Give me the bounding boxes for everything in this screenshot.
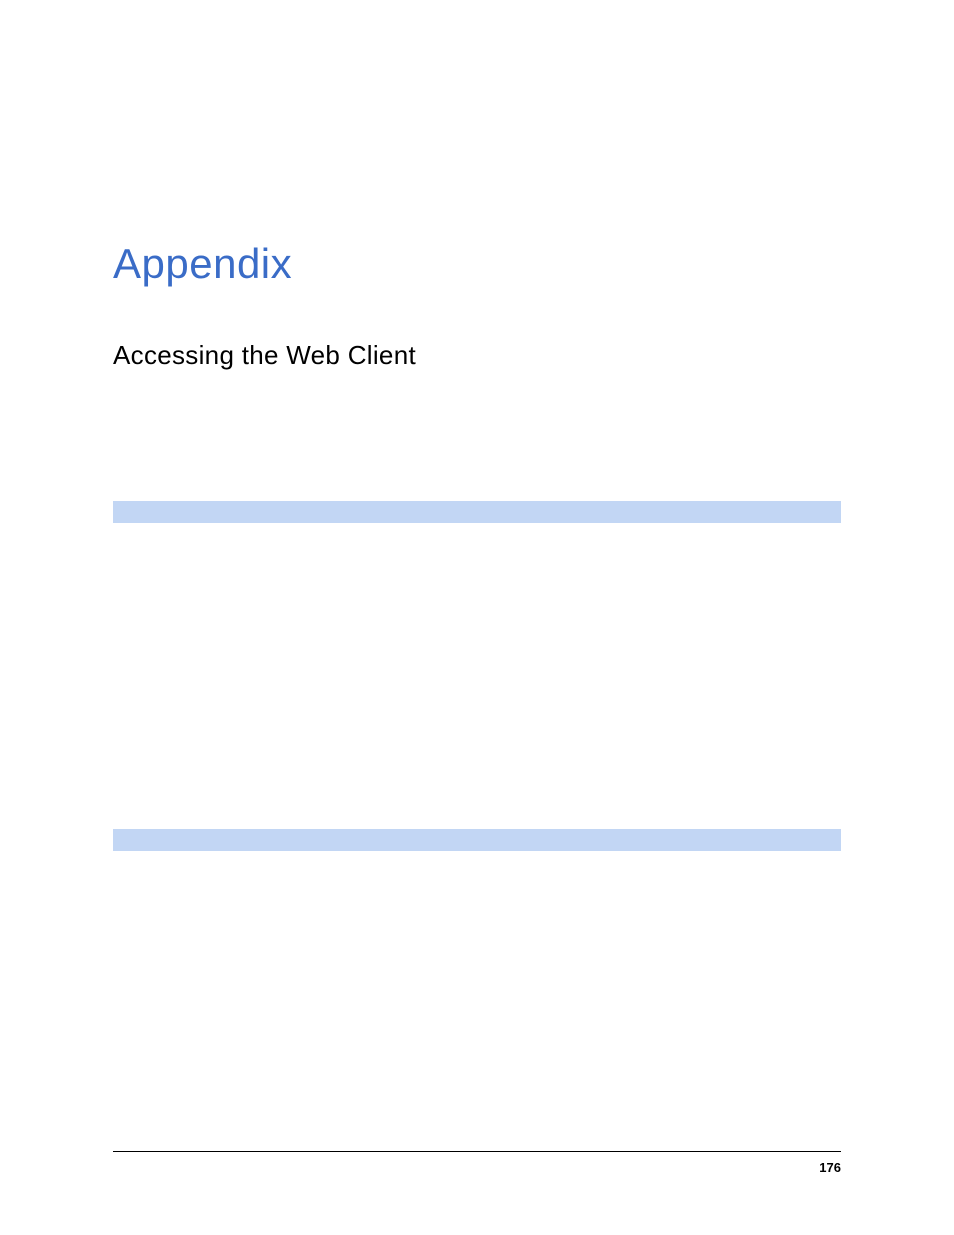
page-footer: 176 <box>113 1151 841 1175</box>
page-number: 176 <box>113 1160 841 1175</box>
document-page: Appendix Accessing the Web Client 176 <box>0 0 954 1235</box>
divider-bar <box>113 829 841 851</box>
footer-rule <box>113 1151 841 1152</box>
section-heading: Accessing the Web Client <box>113 340 841 371</box>
appendix-heading: Appendix <box>113 240 841 288</box>
divider-bar <box>113 501 841 523</box>
